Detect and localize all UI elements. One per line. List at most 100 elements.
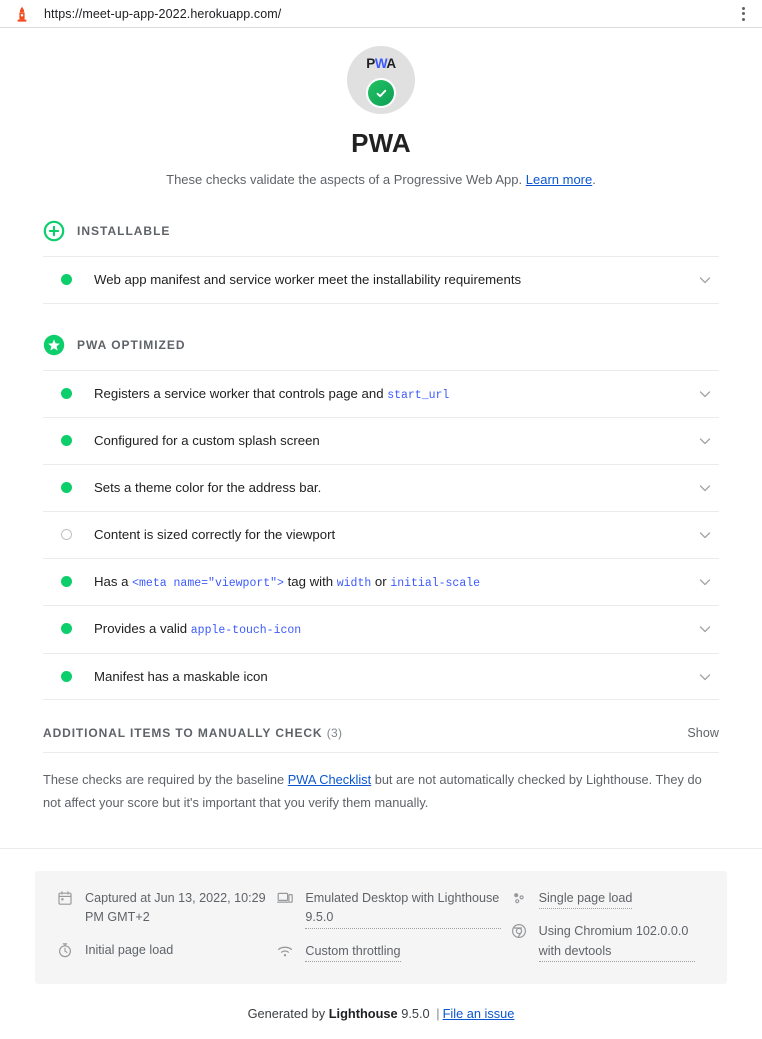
audit-title-text: Has a [94,573,133,589]
audit-title-text: Web app manifest and service worker meet… [94,271,522,287]
pwa-checklist-link[interactable]: PWA Checklist [288,772,371,787]
calendar-icon [57,890,73,906]
report-content: PWA PWA These checks validate the aspect… [0,28,762,1039]
audit-code-snippet: apple-touch-icon [190,624,302,638]
metadata-page-load-type-text[interactable]: Single page load [538,889,633,910]
browser-bar: https://meet-up-app-2022.herokuapp.com/ [0,0,762,28]
footer-version: 9.5.0 [397,1005,434,1021]
status-circle-not-applicable-icon [61,528,72,540]
run-metadata-block: Captured at Jun 13, 2022, 10:29 PM GMT+2… [35,871,727,984]
audit-title: Manifest has a maskable icon [94,668,685,686]
metadata-user-agent-text[interactable]: Using Chromium 102.0.0.0 with devtools [538,922,695,962]
audit-sections: INSTALLABLE Web app manifest and service… [0,190,762,814]
audit-title-text: or [371,573,391,589]
metadata-item-page-load-type: Single page load [511,889,695,910]
audit-title-text: Content is sized correctly for the viewp… [94,526,336,542]
chevron-down-icon[interactable] [697,272,713,288]
stopwatch-icon [57,942,73,958]
footer-brand: Lighthouse [328,1005,398,1021]
chevron-down-icon[interactable] [697,669,713,685]
lighthouse-favicon [14,6,30,22]
chevron-down-icon[interactable] [697,480,713,496]
audit-list-pwa-optimized: Registers a service worker that controls… [43,369,719,701]
group-label-installable: INSTALLABLE [77,223,171,238]
status-dot-pass-icon [61,481,72,493]
pass-check-badge [366,78,396,108]
chromium-icon [511,923,527,939]
audit-row[interactable]: Content is sized correctly for the viewp… [43,512,719,559]
chevron-down-icon[interactable] [697,433,713,449]
audit-title-text: Registers a service worker that controls… [94,385,388,401]
manual-checks-count: (3) [326,726,343,741]
pwa-logo-w: W [374,56,387,71]
category-description: These checks validate the aspects of a P… [166,171,596,190]
manual-desc-before: These checks are required by the baselin… [43,772,288,788]
metadata-column: Emulated Desktop with Lighthouse 9.5.0 C… [277,889,510,962]
audit-row[interactable]: Registers a service worker that controls… [43,371,719,419]
file-an-issue-link[interactable]: File an issue [443,1006,515,1021]
audit-title-text: tag with [283,573,337,589]
pwa-gauge: PWA [347,46,415,114]
audit-code-snippet: <meta name="viewport"> [132,576,284,590]
audit-title: Registers a service worker that controls… [94,385,685,404]
audit-code-snippet: start_url [387,388,450,402]
audit-list-installable: Web app manifest and service worker meet… [43,255,719,304]
pwa-logo-p: P [366,56,375,71]
audit-code-snippet: width [336,576,372,590]
metadata-emulation-text[interactable]: Emulated Desktop with Lighthouse 9.5.0 [305,889,501,929]
learn-more-link[interactable]: Learn more [526,172,592,187]
audit-row[interactable]: Configured for a custom splash screen [43,418,719,465]
footer-generated-by: Generated by [247,1005,329,1021]
category-gauge-wrap: PWA PWA These checks validate the aspect… [0,28,762,190]
status-dot-pass-icon [61,623,72,635]
single-page-load-icon [511,890,527,906]
chevron-down-icon[interactable] [697,574,713,590]
audit-row[interactable]: Has a <meta name="viewport"> tag with wi… [43,559,719,607]
network-throttle-icon [277,943,293,959]
metadata-throttling-text[interactable]: Custom throttling [305,942,401,962]
audit-title-text: Sets a theme color for the address bar. [94,479,322,495]
manual-checks-title: ADDITIONAL ITEMS TO MANUALLY CHECK (3) [43,726,342,740]
pwa-optimized-star-icon [43,334,65,356]
metadata-captured-at-text: Captured at Jun 13, 2022, 10:29 PM GMT+2 [85,891,266,925]
kebab-menu-icon[interactable] [734,4,752,24]
audit-title: Web app manifest and service worker meet… [94,271,685,289]
audit-row[interactable]: Web app manifest and service worker meet… [43,257,719,304]
chevron-down-icon[interactable] [697,527,713,543]
page-title: PWA [351,128,411,158]
audit-title-text: Manifest has a maskable icon [94,668,268,684]
audit-row[interactable]: Provides a valid apple-touch-icon [43,606,719,654]
audit-code-snippet: initial-scale [390,576,481,590]
manual-checks-show-toggle[interactable]: Show [687,726,719,740]
report-footer: Generated by Lighthouse 9.5.0 | File an i… [0,984,762,1039]
chevron-down-icon[interactable] [697,621,713,637]
group-header-installable: INSTALLABLE [43,190,719,256]
pwa-logo-a: A [386,56,396,71]
metadata-initial-page-load-text: Initial page load [85,942,174,957]
metadata-column: Single page load Using Chromium 102.0.0.… [511,889,705,962]
metadata-item-initial-page-load: Initial page load [57,941,267,960]
group-label-pwa-optimized: PWA OPTIMIZED [77,337,186,352]
footer-divider [0,848,762,850]
pwa-logo-text: PWA [366,57,396,71]
address-bar-url[interactable]: https://meet-up-app-2022.herokuapp.com/ [44,7,281,21]
status-dot-pass-icon [61,387,72,399]
metadata-column: Captured at Jun 13, 2022, 10:29 PM GMT+2… [57,889,277,961]
audit-title: Content is sized correctly for the viewp… [94,526,685,544]
category-description-period: . [592,172,596,187]
audit-title: Configured for a custom splash screen [94,432,685,450]
check-circle-icon [368,80,394,106]
audit-row[interactable]: Sets a theme color for the address bar. [43,465,719,512]
manual-checks-title-text: ADDITIONAL ITEMS TO MANUALLY CHECK [43,726,323,741]
manual-checks-header[interactable]: ADDITIONAL ITEMS TO MANUALLY CHECK (3) S… [43,700,719,754]
metadata-item-throttling: Custom throttling [277,942,500,962]
audit-row[interactable]: Manifest has a maskable icon [43,654,719,701]
lighthouse-report-page: https://meet-up-app-2022.herokuapp.com/ … [0,0,762,1039]
metadata-item-user-agent: Using Chromium 102.0.0.0 with devtools [511,922,695,962]
audit-title-text: Provides a valid [94,621,191,637]
devices-icon [277,890,294,906]
status-dot-pass-icon [61,670,72,682]
group-header-pwa-optimized: PWA OPTIMIZED [43,304,719,370]
status-dot-pass-icon [61,273,72,285]
chevron-down-icon[interactable] [697,386,713,402]
